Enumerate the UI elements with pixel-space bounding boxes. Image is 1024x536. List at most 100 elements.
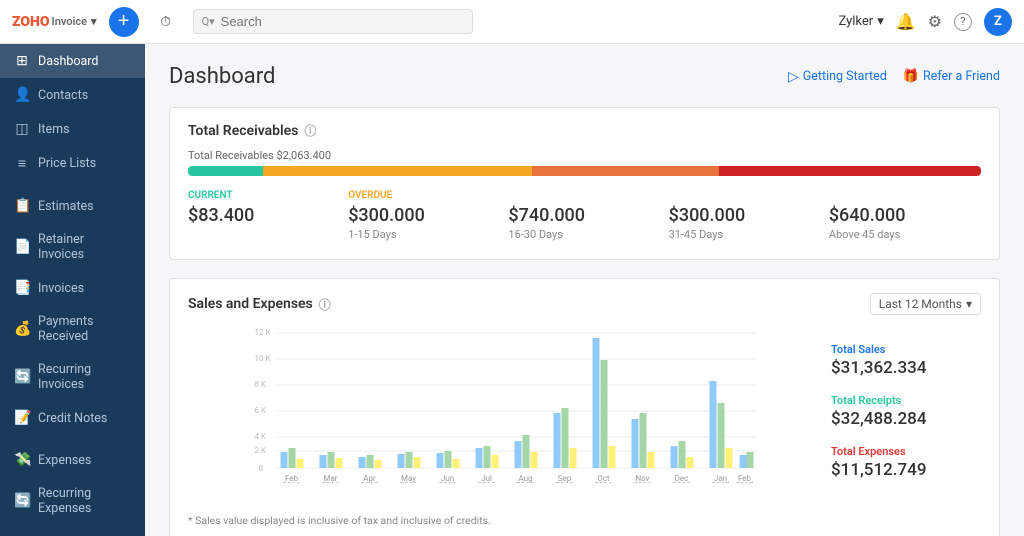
chart-area: 12 K 10 K 8 K 6 K 4 K 2 K 0 — [188, 323, 805, 500]
recv-col4-days: 31-45 Days — [669, 228, 813, 241]
progress-overdue-45 — [719, 166, 981, 176]
svg-text:2 K: 2 K — [255, 446, 267, 455]
sidebar-label-dashboard: Dashboard — [38, 54, 98, 69]
sidebar-label-expenses: Expenses — [38, 453, 91, 468]
svg-text:2016: 2016 — [478, 481, 496, 483]
bar-sep16-receipts — [562, 408, 569, 468]
sales-title: Sales and Expenses ⓘ — [188, 296, 331, 313]
sidebar-item-retainer-invoices[interactable]: 📄 Retainer Invoices — [0, 223, 145, 271]
bar-jan17-receipts — [718, 403, 725, 468]
recv-col5-days: Above 45 days — [829, 228, 973, 241]
invoice-logo: Invoice — [52, 15, 87, 28]
legend-total-receipts: Total Receipts $32,488.284 — [831, 394, 971, 429]
sidebar-item-recurring-invoices[interactable]: 🔄 Recurring Invoices — [0, 353, 145, 401]
user-menu[interactable]: Zylker ▾ — [839, 14, 884, 29]
chart-filter-dropdown[interactable]: Last 12 Months ▾ — [870, 293, 981, 315]
chart-note: * Sales value displayed is inclusive of … — [170, 514, 999, 536]
settings-icon[interactable]: ⚙ — [928, 12, 942, 31]
sidebar-label-payments: Payments Received — [38, 314, 131, 344]
svg-text:2017: 2017 — [712, 481, 730, 483]
payments-icon: 💰 — [14, 321, 30, 337]
bar-sep16-sales — [554, 413, 561, 468]
svg-text:12 K: 12 K — [255, 328, 272, 337]
receivables-title: Total Receivables ⓘ — [188, 122, 316, 139]
sidebar-item-contacts[interactable]: 👤 Contacts — [0, 78, 145, 112]
svg-text:2016: 2016 — [283, 481, 301, 483]
svg-text:2017: 2017 — [736, 481, 754, 483]
bar-jun16-receipts — [445, 451, 452, 468]
sidebar-item-price-lists[interactable]: ≡ Price Lists — [0, 146, 145, 181]
svg-text:2016: 2016 — [439, 481, 457, 483]
sidebar-item-expenses[interactable]: 💸 Expenses — [0, 443, 145, 477]
sidebar-item-estimates[interactable]: 📋 Estimates — [0, 189, 145, 223]
legend-receipts-value: $32,488.284 — [831, 409, 971, 429]
sidebar-item-items[interactable]: ◫ Items — [0, 112, 145, 146]
bar-dec16-receipts — [679, 441, 686, 468]
legend-sales-label: Total Sales — [831, 343, 971, 356]
invoices-icon: 📑 — [14, 280, 30, 296]
search-input[interactable] — [221, 14, 464, 29]
sidebar-item-invoices[interactable]: 📑 Invoices — [0, 271, 145, 305]
page-header: Dashboard ▷ Getting Started 🎁 Refer a Fr… — [169, 64, 1000, 89]
user-name-label: Zylker — [839, 14, 874, 29]
retainer-icon: 📄 — [14, 239, 30, 255]
page-title: Dashboard — [169, 64, 275, 89]
svg-text:2016: 2016 — [556, 481, 574, 483]
zoho-logo: ZOHO — [12, 14, 50, 30]
sidebar-item-payments[interactable]: 💰 Payments Received — [0, 305, 145, 353]
sales-expenses-card: Sales and Expenses ⓘ Last 12 Months ▾ 12… — [169, 278, 1000, 536]
app-logo[interactable]: ZOHO Invoice ▾ — [12, 14, 97, 30]
refer-friend-link[interactable]: 🎁 Refer a Friend — [903, 69, 1000, 84]
svg-text:2016: 2016 — [361, 481, 379, 483]
bar-nov16-expenses — [648, 452, 655, 468]
getting-started-link[interactable]: ▷ Getting Started — [788, 69, 887, 85]
bar-jul16-sales — [476, 448, 483, 468]
bar-oct16-expenses — [609, 446, 616, 468]
chart-legend: Total Sales $31,362.334 Total Receipts $… — [821, 323, 981, 500]
legend-expenses-label: Total Expenses — [831, 445, 971, 458]
legend-total-sales: Total Sales $31,362.334 — [831, 343, 971, 378]
help-icon[interactable]: ? — [954, 13, 972, 31]
svg-text:10 K: 10 K — [255, 354, 272, 363]
recv-current-amount: $83.400 — [188, 205, 332, 226]
bar-apr16-expenses — [375, 460, 382, 468]
sidebar-item-dashboard[interactable]: ⊞ Dashboard — [0, 44, 145, 78]
contacts-icon: 👤 — [14, 87, 30, 103]
legend-sales-value: $31,362.334 — [831, 358, 971, 378]
history-button[interactable]: ⏱ — [151, 7, 181, 37]
main-content: Dashboard ▷ Getting Started 🎁 Refer a Fr… — [145, 44, 1024, 536]
sidebar-item-credit-notes[interactable]: 📝 Credit Notes — [0, 401, 145, 435]
total-receivables-card: Total Receivables ⓘ Total Receivables $2… — [169, 107, 1000, 260]
logo-chevron[interactable]: ▾ — [91, 15, 97, 28]
bar-aug16-expenses — [531, 452, 538, 468]
sidebar-item-recurring-expenses[interactable]: 🔄 Recurring Expenses — [0, 477, 145, 525]
estimates-icon: 📋 — [14, 198, 30, 214]
recv-col5: . $640.000 Above 45 days — [821, 190, 981, 241]
bar-oct16-sales — [593, 338, 600, 468]
receivables-progress: Total Receivables $2,063.400 — [170, 139, 999, 176]
progress-overdue-15 — [263, 166, 532, 176]
recv-col4: . $300.000 31-45 Days — [661, 190, 821, 241]
bar-nov16-sales — [632, 419, 639, 468]
chart-filter-label: Last 12 Months — [879, 297, 962, 311]
chart-svg-container: 12 K 10 K 8 K 6 K 4 K 2 K 0 — [188, 323, 805, 483]
svg-text:4 K: 4 K — [255, 432, 267, 441]
add-button[interactable]: + — [109, 7, 139, 37]
refer-icon: 🎁 — [903, 69, 919, 84]
top-nav: ZOHO Invoice ▾ + ⏱ Q▾ Zylker ▾ 🔔 ⚙ ? Z — [0, 0, 1024, 44]
bar-aug16-sales — [515, 441, 522, 468]
sidebar-label-recurring-inv: Recurring Invoices — [38, 362, 131, 392]
sidebar-label-credit-notes: Credit Notes — [38, 411, 107, 426]
bar-sep16-expenses — [570, 448, 577, 468]
legend-receipts-label: Total Receipts — [831, 394, 971, 407]
notification-icon[interactable]: 🔔 — [896, 12, 916, 31]
price-lists-icon: ≡ — [14, 155, 30, 172]
expenses-icon: 💸 — [14, 452, 30, 468]
recv-overdue-days: 1-15 Days — [348, 228, 492, 241]
bar-oct16-receipts — [601, 360, 608, 468]
user-avatar[interactable]: Z — [984, 8, 1012, 36]
bar-feb16-receipts — [289, 448, 296, 468]
sales-info-icon[interactable]: ⓘ — [319, 296, 331, 313]
receivables-info-icon[interactable]: ⓘ — [304, 122, 316, 139]
search-dropdown-icon[interactable]: Q▾ — [202, 15, 215, 28]
